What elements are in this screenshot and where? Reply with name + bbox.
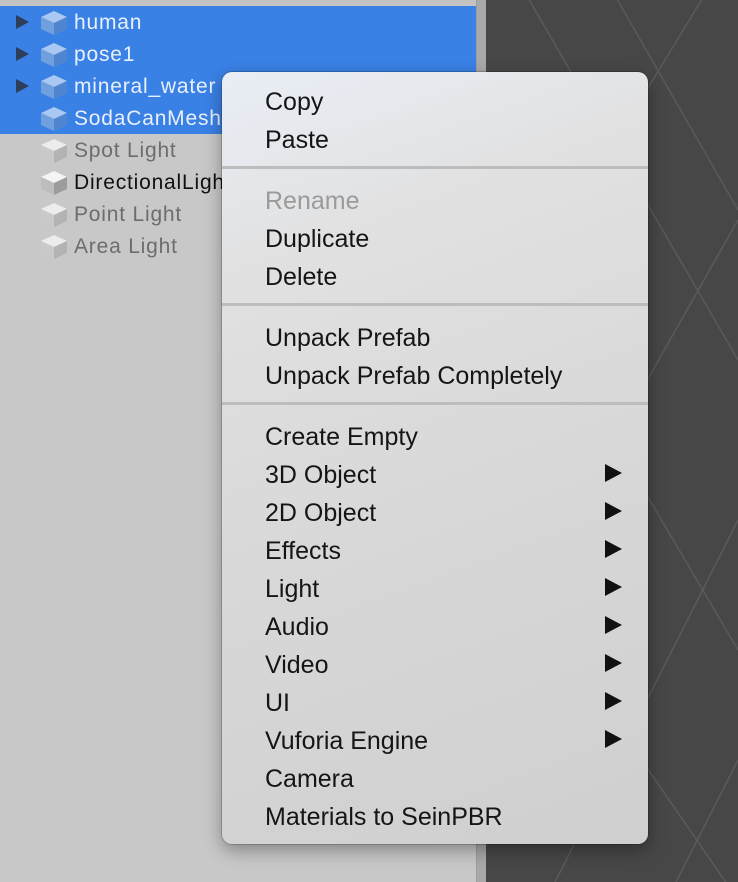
submenu-arrow-icon (605, 464, 622, 482)
menu-item-label: Vuforia Engine (265, 727, 429, 755)
triangle-right-icon[interactable] (16, 47, 29, 61)
menu-item-materials-to-seinpbr[interactable]: Materials to SeinPBR (222, 795, 648, 833)
menu-item-light[interactable]: Light (222, 567, 648, 605)
submenu-arrow-icon (605, 730, 622, 748)
menu-item-create-empty[interactable]: Create Empty (222, 415, 648, 453)
menu-item-3d-object[interactable]: 3D Object (222, 453, 648, 491)
menu-item-label: Copy (265, 88, 324, 116)
context-menu: Copy Paste Rename Duplicate Delete Unpack Pre… (222, 72, 648, 844)
menu-item-label: Audio (265, 613, 329, 641)
menu-item-camera[interactable]: Camera (222, 757, 648, 795)
menu-item-label: UI (265, 689, 290, 717)
menu-item-label: 2D Object (265, 499, 377, 527)
menu-item-label: Light (265, 575, 320, 603)
menu-item-2d-object[interactable]: 2D Object (222, 491, 648, 529)
menu-separator (222, 303, 648, 306)
menu-item-label: 3D Object (265, 461, 377, 489)
cube-icon (40, 10, 68, 36)
hierarchy-item-label: SodaCanMesh (74, 107, 222, 130)
menu-item-video[interactable]: Video (222, 643, 648, 681)
cube-icon (40, 74, 68, 100)
hierarchy-item-label: Spot Light (74, 139, 177, 162)
menu-item-audio[interactable]: Audio (222, 605, 648, 643)
menu-item-copy[interactable]: Copy (222, 80, 648, 118)
menu-item-label: Materials to SeinPBR (265, 803, 503, 831)
menu-item-unpack-prefab-completely[interactable]: Unpack Prefab Completely (222, 354, 648, 392)
menu-item-effects[interactable]: Effects (222, 529, 648, 567)
menu-item-paste[interactable]: Paste (222, 118, 648, 156)
menu-item-vuforia-engine[interactable]: Vuforia Engine (222, 719, 648, 757)
triangle-right-icon[interactable] (16, 79, 29, 93)
menu-item-unpack-prefab[interactable]: Unpack Prefab (222, 316, 648, 354)
submenu-arrow-icon (605, 616, 622, 634)
hierarchy-item-label: Point Light (74, 203, 183, 226)
menu-item-rename[interactable]: Rename (222, 179, 648, 217)
menu-item-delete[interactable]: Delete (222, 255, 648, 293)
menu-item-label: Paste (265, 126, 329, 154)
cube-icon (40, 42, 68, 68)
hierarchy-item-label: Area Light (74, 235, 178, 258)
menu-item-label: Camera (265, 765, 354, 793)
menu-item-duplicate[interactable]: Duplicate (222, 217, 648, 255)
hierarchy-item-label: mineral_water (74, 75, 217, 98)
submenu-arrow-icon (605, 540, 622, 558)
hierarchy-item-pose1[interactable]: pose1 (0, 38, 476, 70)
cube-icon (40, 106, 68, 132)
menu-item-label: Rename (265, 187, 360, 215)
triangle-right-icon[interactable] (16, 15, 29, 29)
menu-item-label: Effects (265, 537, 341, 565)
menu-item-ui[interactable]: UI (222, 681, 648, 719)
cube-icon (40, 202, 68, 228)
menu-separator (222, 166, 648, 169)
menu-separator (222, 402, 648, 405)
menu-item-label: Video (265, 651, 329, 679)
menu-item-label: Create Empty (265, 423, 418, 451)
menu-item-label: Duplicate (265, 225, 370, 253)
cube-icon (40, 170, 68, 196)
menu-item-label: Unpack Prefab Completely (265, 362, 563, 390)
cube-icon (40, 234, 68, 260)
menu-item-label: Unpack Prefab (265, 324, 431, 352)
hierarchy-item-label: DirectionalLight (74, 171, 232, 194)
hierarchy-item-label: pose1 (74, 43, 136, 66)
hierarchy-item-label: human (74, 11, 143, 34)
submenu-arrow-icon (605, 654, 622, 672)
submenu-arrow-icon (605, 502, 622, 520)
menu-item-label: Delete (265, 263, 338, 291)
submenu-arrow-icon (605, 578, 622, 596)
hierarchy-item-human[interactable]: human (0, 6, 476, 38)
cube-icon (40, 138, 68, 164)
submenu-arrow-icon (605, 692, 622, 710)
